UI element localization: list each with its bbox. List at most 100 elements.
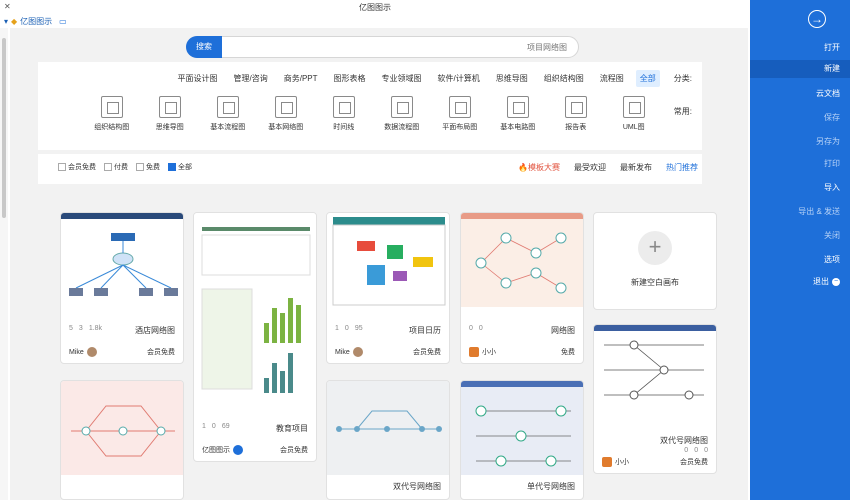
checkbox[interactable] (168, 163, 176, 171)
checkbox[interactable] (136, 163, 144, 171)
fire-icon: 🔥 (518, 163, 528, 172)
filter-member-free[interactable]: 会员免费 (58, 162, 96, 172)
tab-latest[interactable]: 最新发布 (620, 162, 652, 173)
search-input[interactable] (227, 40, 567, 54)
views-count: 1.8k (88, 325, 103, 332)
network-diagram-thumbnail (461, 213, 583, 294)
template-card[interactable]: 单代号网络图 (460, 380, 584, 500)
sidebar-item-exit[interactable]: 退出 − (813, 276, 840, 287)
tab-popular[interactable]: 最受欢迎 (574, 162, 606, 173)
template-card[interactable]: 教育项目 69 0 1 亿图图示 会员免费 (193, 212, 317, 462)
category-mindmap[interactable]: 思维导图 (492, 70, 532, 87)
sidebar-item-save-as[interactable]: 另存为 (816, 136, 840, 147)
filter-paid[interactable]: 付费 (104, 162, 128, 172)
sidebar-item-cloud-docs[interactable]: 云文档 (816, 88, 840, 99)
exit-icon: − (832, 277, 840, 286)
dataflow-icon (390, 96, 413, 118)
card-thumbnail (327, 213, 449, 307)
card-thumbnail (61, 213, 183, 307)
category-professional[interactable]: 专业领域图 (378, 70, 426, 87)
hotel-network-thumbnail (61, 213, 183, 296)
scrollbar-thumb[interactable] (2, 38, 6, 218)
filter-label: 付费 (114, 164, 128, 171)
card-price: 免费 (561, 349, 575, 356)
likes-count: 0 (211, 423, 216, 430)
scrollbar[interactable] (0, 28, 8, 500)
common-circuit[interactable]: 基本电路图 (496, 96, 540, 132)
common-flowchart[interactable]: 基本流程图 (206, 96, 250, 132)
card-thumbnail (327, 381, 449, 475)
sidebar-item-export-send[interactable]: 导出 & 发送 (798, 206, 840, 217)
sidebar-item-options[interactable]: 选项 (824, 254, 840, 265)
checkbox[interactable] (58, 163, 66, 171)
author-name: 亿图图示 (202, 447, 230, 454)
common-org[interactable]: 组织结构图 (90, 96, 134, 132)
timeline-icon (332, 96, 355, 118)
card-author: 小小 (602, 457, 629, 467)
category-org-chart[interactable]: 组织结构图 (540, 70, 588, 87)
template-card[interactable]: 项目日历 95 0 1 Mike 会员免费 (326, 212, 450, 364)
network-diagram-thumbnail (336, 410, 442, 432)
sidebar-item-import[interactable]: 导入 (824, 182, 840, 193)
common-uml[interactable]: UML图 (612, 96, 656, 132)
app-badge[interactable]: ▾ ◆ 亿图图示 ▭ (4, 16, 67, 27)
category-business-ppt[interactable]: 商务/PPT (280, 70, 322, 87)
filter-bar: 热门推荐 最新发布 最受欢迎 🔥模板大赛 全部 免费 付费 会员免费 (38, 154, 702, 184)
circuit-icon (506, 96, 529, 118)
filter-all[interactable]: 全部 (168, 162, 192, 172)
template-card[interactable]: 酒店网络图 1.8k 3 5 Mike 会员免费 (60, 212, 184, 364)
likes-count: 3 (78, 325, 83, 332)
menu-strip: ▾ ◆ 亿图图示 ▭ (0, 14, 750, 28)
card-title: 单代号网络图 (527, 482, 575, 491)
sidebar-item-save[interactable]: 保存 (824, 112, 840, 123)
card-price: 会员免费 (280, 447, 308, 454)
category-flowchart[interactable]: 流程图 (596, 70, 628, 87)
common-dataflow[interactable]: 数据流程图 (380, 96, 424, 132)
filter-free[interactable]: 免费 (136, 162, 160, 172)
common-item-label: 思维导图 (155, 124, 184, 131)
tab-contest[interactable]: 🔥模板大赛 (518, 162, 560, 173)
card-thumbnail (194, 213, 316, 413)
views-count: 69 (221, 423, 230, 430)
common-network[interactable]: 基本网络图 (264, 96, 308, 132)
category-row-label: 分类: (673, 74, 692, 83)
search-button[interactable]: 搜索 (186, 36, 222, 58)
saves-count: 1 (202, 423, 206, 430)
chat-icon[interactable]: ▭ (59, 17, 67, 26)
common-item-label: 基本电路图 (500, 124, 536, 131)
common-item-label: 基本网络图 (268, 124, 304, 131)
common-item-label: 平面布局图 (442, 124, 478, 131)
category-graphic-table[interactable]: 图形表格 (330, 70, 370, 87)
tab-hot[interactable]: 热门推荐 (666, 162, 698, 173)
template-card[interactable] (60, 380, 184, 500)
category-all[interactable]: 全部 (635, 70, 660, 87)
common-report[interactable]: 报告表 (554, 96, 598, 132)
category-software[interactable]: 软件/计算机 (434, 70, 484, 87)
common-floor-plan[interactable]: 平面布局图 (438, 96, 482, 132)
card-stats: 0 0 (469, 325, 483, 332)
avatar (602, 457, 612, 467)
template-card[interactable]: 双代号网络图 0 0 0 小小 会员免费 (593, 324, 717, 474)
views-count: 0 (478, 325, 483, 332)
card-thumbnail (461, 213, 583, 307)
card-price: 会员免费 (413, 349, 441, 356)
template-card[interactable]: 网络图 0 0 小小 免费 (460, 212, 584, 364)
author-name: 小小 (482, 349, 496, 356)
sidebar-item-close[interactable]: 关闭 (824, 230, 840, 241)
filter-label: 全部 (178, 164, 192, 171)
sidebar-item-new[interactable]: 新建 (750, 60, 850, 78)
sidebar-item-print[interactable]: 打印 (824, 158, 840, 169)
template-card[interactable]: 双代号网络图 (326, 380, 450, 500)
category-row: 分类: 全部 流程图 组织结构图 思维导图 软件/计算机 专业领域图 图形表格 … (174, 70, 692, 87)
common-timeline[interactable]: 时间线 (322, 96, 366, 132)
checkbox[interactable] (104, 163, 112, 171)
new-blank-canvas-card[interactable]: + 新建空白画布 (593, 212, 717, 310)
category-graphic-design[interactable]: 平面设计图 (174, 70, 222, 87)
back-arrow-icon[interactable]: → (808, 10, 826, 28)
sidebar-item-open[interactable]: 打开 (824, 42, 840, 53)
card-title: 双代号网络图 (393, 482, 441, 491)
card-stats: 95 0 1 (335, 325, 363, 332)
category-management[interactable]: 管理/咨询 (230, 70, 272, 87)
saves-count: 5 (69, 325, 73, 332)
common-mindmap[interactable]: 思维导图 (148, 96, 192, 132)
